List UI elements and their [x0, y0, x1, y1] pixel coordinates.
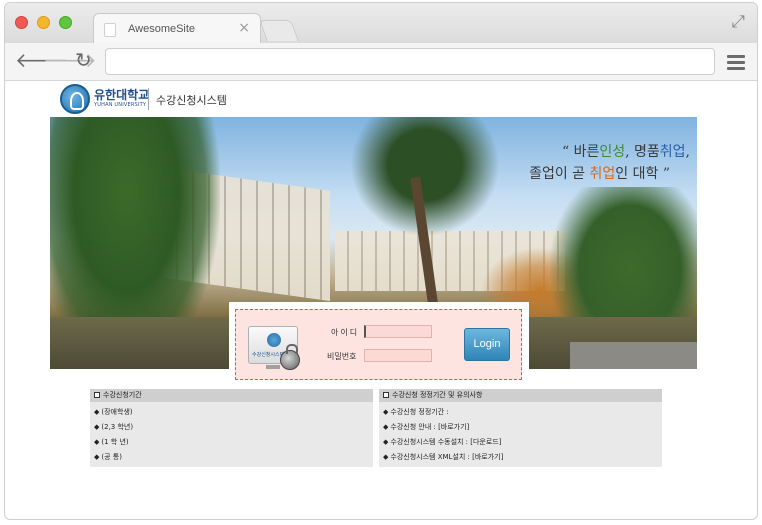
hamburger-menu-icon[interactable] [727, 55, 745, 73]
guide-link[interactable]: ◆ 수강신청 안내 : [바로가기] [383, 420, 658, 435]
checkbox-square-icon [94, 392, 100, 398]
page-favicon-icon [104, 23, 116, 37]
browser-toolbar: 🡐 🡒 ↻ [5, 43, 757, 81]
password-label: 비밀번호 [327, 352, 357, 361]
diamond-bullet-icon: ◆ [383, 438, 389, 446]
diamond-bullet-icon: ◆ [383, 423, 389, 431]
minimize-window-icon[interactable] [37, 16, 50, 29]
address-bar[interactable] [105, 48, 715, 75]
banner-slogan: “ 바른인성, 명품취업, 졸업이 곧 취업인 대학 ” [529, 144, 690, 182]
maximize-window-icon[interactable] [59, 16, 72, 29]
login-button[interactable]: Login [464, 328, 510, 361]
panel-header: 수강신청 정정기간 및 유의사항 [379, 389, 662, 402]
system-title: 수강신청시스템 [156, 94, 227, 107]
tab-close-icon[interactable]: × [238, 20, 250, 36]
browser-tab[interactable]: AwesomeSite × [93, 13, 261, 44]
diamond-bullet-icon: ◆ [94, 438, 100, 446]
login-box: 수강신청시스템 아이디 비밀번호 Login [235, 309, 522, 380]
diamond-bullet-icon: ◆ [94, 408, 100, 416]
new-tab-button[interactable] [259, 20, 299, 41]
password-input[interactable] [364, 349, 432, 362]
diamond-bullet-icon: ◆ [383, 408, 389, 416]
reload-icon[interactable]: ↻ [75, 49, 92, 71]
registration-period-panel: 수강신청기간 ◆ (장애학생) ◆ (2,3 학년) ◆ (1 학 년) ◆ (공 통) [90, 389, 373, 467]
logo-divider [148, 88, 149, 110]
close-window-icon[interactable] [15, 16, 28, 29]
list-item: ◆ 수강신청 정정기간 : [383, 408, 449, 416]
checkbox-square-icon [383, 392, 389, 398]
lock-icon [280, 344, 300, 370]
correction-period-panel: 수강신청 정정기간 및 유의사항 ◆ 수강신청 정정기간 : ◆ 수강신청 안내 :… [379, 389, 662, 467]
title-bar: AwesomeSite × ⤢ [5, 3, 757, 44]
list-item: ◆ (장애학생) [94, 408, 133, 416]
tab-title: AwesomeSite [128, 23, 196, 35]
id-input[interactable] [364, 325, 432, 338]
list-item: ◆ (2,3 학년) [94, 423, 134, 431]
diamond-bullet-icon: ◆ [94, 423, 100, 431]
university-sub: YUHAN UNIVERSITY [94, 102, 147, 108]
manual-install-link[interactable]: ◆ 수강신청시스템 수동설치 : [다운로드] [383, 435, 658, 450]
list-item: ◆ (1 학 년) [94, 438, 129, 446]
diamond-bullet-icon: ◆ [94, 453, 100, 461]
xml-install-link[interactable]: ◆ 수강신청시스템 XML설치 : [바로가기] [383, 450, 658, 465]
panel-header: 수강신청기간 [90, 389, 373, 402]
list-item: ◆ (공 통) [94, 453, 122, 461]
university-name: 유한대학교 [94, 88, 150, 102]
expand-icon[interactable]: ⤢ [731, 12, 745, 32]
diamond-bullet-icon: ◆ [383, 453, 389, 461]
university-emblem-icon [60, 84, 90, 114]
id-label: 아이디 [331, 328, 360, 337]
